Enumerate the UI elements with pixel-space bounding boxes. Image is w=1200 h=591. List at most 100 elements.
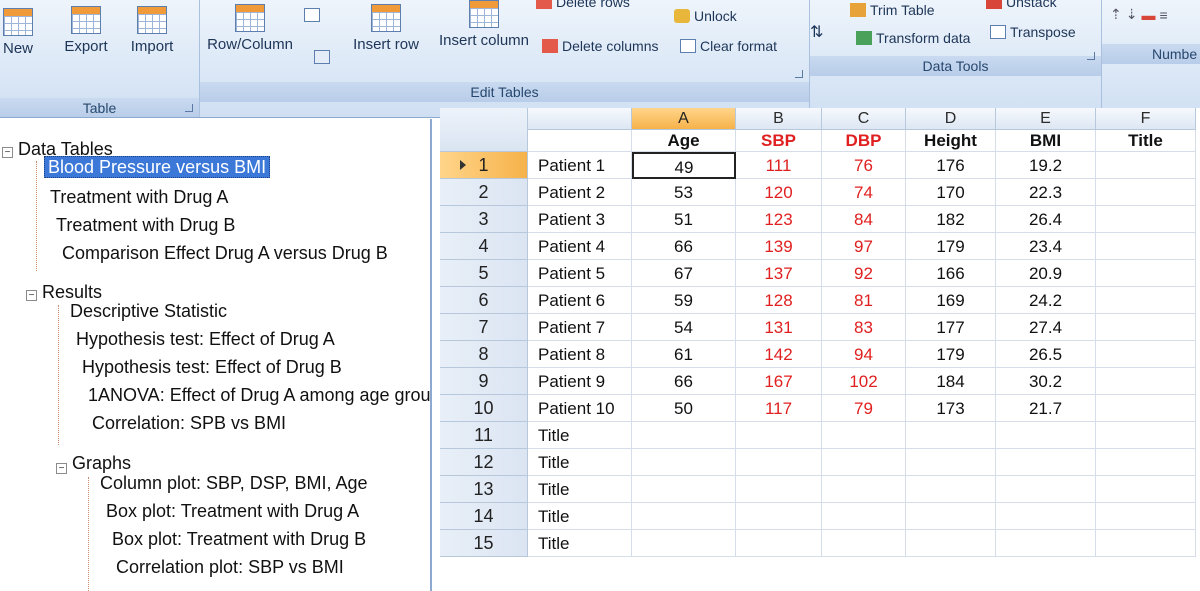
data-cell[interactable]: 67 xyxy=(632,260,736,287)
data-cell[interactable] xyxy=(1096,179,1196,206)
data-cell[interactable] xyxy=(632,530,736,557)
tree-section-graphs[interactable]: Graphs xyxy=(72,453,131,474)
row-header-15[interactable]: 15 xyxy=(440,530,528,557)
row-title-cell[interactable]: Patient 9 xyxy=(528,368,632,395)
grid-corner[interactable] xyxy=(440,108,528,152)
data-cell[interactable]: 22.3 xyxy=(996,179,1096,206)
data-cell[interactable] xyxy=(1096,368,1196,395)
column-letter-b[interactable]: B xyxy=(736,108,822,130)
data-cell[interactable]: 74 xyxy=(822,179,906,206)
import-button[interactable]: Import xyxy=(122,6,182,55)
column-title-d[interactable]: Height xyxy=(906,130,996,152)
data-cell[interactable] xyxy=(736,449,822,476)
data-cell[interactable] xyxy=(822,476,906,503)
tree-item-correlation-spb-bmi[interactable]: Correlation: SPB vs BMI xyxy=(92,413,286,434)
data-cell[interactable]: 83 xyxy=(822,314,906,341)
data-cell[interactable] xyxy=(996,476,1096,503)
data-cell[interactable]: 111 xyxy=(736,152,822,179)
data-cell[interactable]: 79 xyxy=(822,395,906,422)
increase-decimal-icon[interactable]: ⇡ xyxy=(1110,6,1122,23)
tree-item-descriptive-statistic[interactable]: Descriptive Statistic xyxy=(70,301,227,322)
data-cell[interactable]: 182 xyxy=(906,206,996,233)
new-button[interactable]: New xyxy=(0,8,40,57)
column-header-title[interactable] xyxy=(528,108,632,130)
data-cell[interactable] xyxy=(996,530,1096,557)
data-cell[interactable] xyxy=(1096,260,1196,287)
data-cell[interactable]: 84 xyxy=(822,206,906,233)
data-cell[interactable]: 26.5 xyxy=(996,341,1096,368)
data-cell[interactable] xyxy=(632,476,736,503)
data-cell[interactable]: 27.4 xyxy=(996,314,1096,341)
data-cell[interactable]: 169 xyxy=(906,287,996,314)
data-cell[interactable]: 117 xyxy=(736,395,822,422)
row-title-cell[interactable]: Patient 3 xyxy=(528,206,632,233)
data-cell[interactable] xyxy=(736,422,822,449)
data-cell[interactable]: 176 xyxy=(906,152,996,179)
delete-columns-button[interactable]: Delete columns xyxy=(542,38,659,54)
data-cell[interactable]: 170 xyxy=(906,179,996,206)
data-cell[interactable] xyxy=(822,503,906,530)
tree-item-correlation-plot[interactable]: Correlation plot: SBP vs BMI xyxy=(116,557,344,578)
data-cell[interactable]: 66 xyxy=(632,368,736,395)
data-cell[interactable]: 139 xyxy=(736,233,822,260)
row-title-cell[interactable]: Patient 5 xyxy=(528,260,632,287)
tree-item-box-plot-drug-b[interactable]: Box plot: Treatment with Drug B xyxy=(112,529,366,550)
data-cell[interactable]: 131 xyxy=(736,314,822,341)
tree-section-results[interactable]: Results xyxy=(42,282,102,303)
data-cell[interactable] xyxy=(906,422,996,449)
clear-format-button[interactable]: Clear format xyxy=(680,38,777,54)
row-title-cell[interactable]: Patient 2 xyxy=(528,179,632,206)
data-cell[interactable] xyxy=(906,476,996,503)
row-title-cell[interactable]: Title xyxy=(528,503,632,530)
data-cell[interactable] xyxy=(906,449,996,476)
column-letter-a[interactable]: A xyxy=(632,108,736,130)
export-button[interactable]: Export xyxy=(56,6,116,55)
data-cell[interactable]: 179 xyxy=(906,341,996,368)
data-cell[interactable]: 173 xyxy=(906,395,996,422)
more-icon[interactable]: ≡ xyxy=(1159,7,1167,23)
row-column-button[interactable]: Row/Column xyxy=(202,4,298,53)
data-cell[interactable] xyxy=(1096,152,1196,179)
tree-item-hypothesis-drug-b[interactable]: Hypothesis test: Effect of Drug B xyxy=(82,357,342,378)
insert-row-button[interactable]: Insert row xyxy=(348,4,424,53)
data-tables-collapse-icon[interactable]: − xyxy=(2,147,13,158)
data-cell[interactable]: 97 xyxy=(822,233,906,260)
data-cell[interactable]: 81 xyxy=(822,287,906,314)
data-cell[interactable]: 66 xyxy=(632,233,736,260)
tree-item-treatment-drug-a[interactable]: Treatment with Drug A xyxy=(50,187,228,208)
row-header-11[interactable]: 11 xyxy=(440,422,528,449)
unstack-button[interactable]: Unstack xyxy=(986,0,1057,10)
data-cell[interactable] xyxy=(996,422,1096,449)
tree-item-hypothesis-drug-a[interactable]: Hypothesis test: Effect of Drug A xyxy=(76,329,335,350)
data-cell[interactable] xyxy=(632,503,736,530)
transform-data-button[interactable]: Transform data xyxy=(856,30,970,46)
move-down-button[interactable] xyxy=(314,50,330,64)
data-cell[interactable]: 184 xyxy=(906,368,996,395)
data-cell[interactable]: 53 xyxy=(632,179,736,206)
tree-item-anova-age-groups[interactable]: 1ANOVA: Effect of Drug A among age group… xyxy=(88,385,430,406)
tree-item-blood-pressure-vs-bmi[interactable]: Blood Pressure versus BMI xyxy=(44,156,271,178)
minus-icon[interactable]: ▬ xyxy=(1141,7,1155,23)
data-cell[interactable]: 23.4 xyxy=(996,233,1096,260)
graphs-collapse-icon[interactable]: − xyxy=(56,463,67,474)
data-cell[interactable] xyxy=(996,449,1096,476)
row-title-cell[interactable]: Title xyxy=(528,476,632,503)
row-title-cell[interactable]: Title xyxy=(528,422,632,449)
decrease-decimal-icon[interactable]: ⇣ xyxy=(1126,6,1138,23)
data-cell[interactable] xyxy=(736,530,822,557)
results-collapse-icon[interactable]: − xyxy=(26,290,37,301)
data-cell[interactable] xyxy=(1096,233,1196,260)
trim-table-button[interactable]: Trim Table xyxy=(850,2,935,18)
data-cell[interactable] xyxy=(822,422,906,449)
tree-item-column-plot[interactable]: Column plot: SBP, DSP, BMI, Age xyxy=(100,473,367,494)
data-cell[interactable] xyxy=(1096,530,1196,557)
number-format-buttons[interactable]: ⇡ ⇣ ▬ ≡ xyxy=(1110,6,1168,23)
data-cell[interactable] xyxy=(906,503,996,530)
row-header-10[interactable]: 10 xyxy=(440,395,528,422)
data-cell[interactable] xyxy=(1096,206,1196,233)
data-cell[interactable]: 20.9 xyxy=(996,260,1096,287)
row-title-cell[interactable]: Patient 7 xyxy=(528,314,632,341)
data-cell[interactable]: 59 xyxy=(632,287,736,314)
column-title-c[interactable]: DBP xyxy=(822,130,906,152)
row-header-13[interactable]: 13 xyxy=(440,476,528,503)
